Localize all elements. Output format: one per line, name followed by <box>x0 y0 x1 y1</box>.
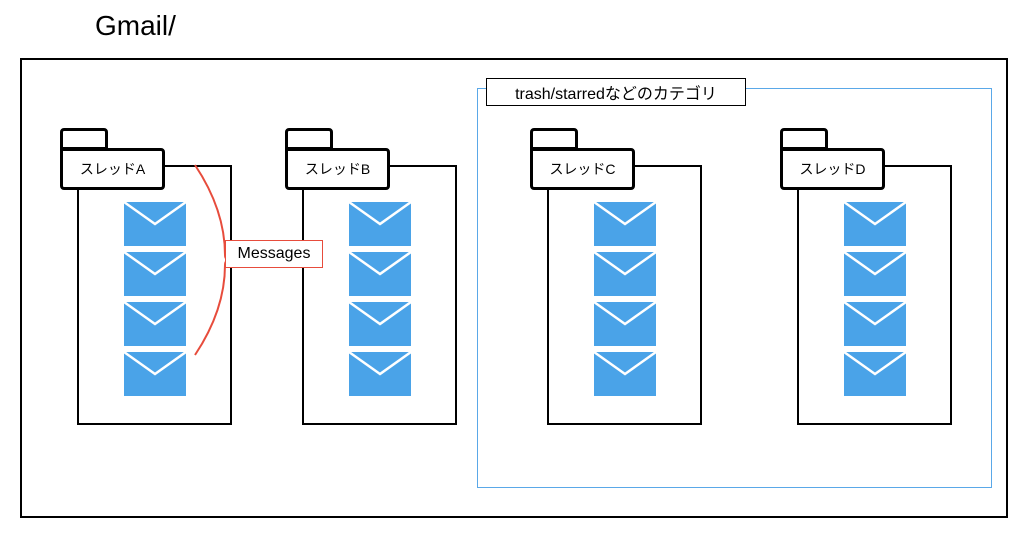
thread-label: スレッドA <box>80 159 145 179</box>
diagram-title: Gmail/ <box>95 10 176 42</box>
folder-body: スレッドC <box>530 148 635 190</box>
envelope-icon <box>124 252 186 296</box>
folder-body: スレッドD <box>780 148 885 190</box>
folder-tab-icon <box>60 128 108 150</box>
envelope-icon <box>349 302 411 346</box>
envelope-icon <box>844 302 906 346</box>
envelope-icon <box>844 352 906 396</box>
envelope-icon <box>124 352 186 396</box>
folder-tab-icon <box>530 128 578 150</box>
envelope-icon <box>594 202 656 246</box>
category-label: trash/starredなどのカテゴリ <box>486 78 746 106</box>
folder-body: スレッドA <box>60 148 165 190</box>
thread-label: スレッドD <box>799 159 865 179</box>
envelope-icon <box>594 352 656 396</box>
folder-tab-icon <box>780 128 828 150</box>
thread-c: スレッドC <box>532 130 702 420</box>
folder-body: スレッドB <box>285 148 390 190</box>
envelope-icon <box>844 202 906 246</box>
thread-label: スレッドB <box>305 159 370 179</box>
envelope-icon <box>349 352 411 396</box>
thread-label: スレッドC <box>549 159 615 179</box>
thread-d: スレッドD <box>782 130 952 420</box>
folder-tab-icon <box>285 128 333 150</box>
messages-label: Messages <box>225 240 323 268</box>
envelope-icon <box>349 202 411 246</box>
envelope-icon <box>594 252 656 296</box>
envelope-icon <box>594 302 656 346</box>
envelope-icon <box>844 252 906 296</box>
gmail-container: trash/starredなどのカテゴリ スレッドA Messages スレッド… <box>20 58 1008 518</box>
thread-box <box>797 165 952 425</box>
envelope-icon <box>124 302 186 346</box>
envelope-icon <box>124 202 186 246</box>
thread-box <box>302 165 457 425</box>
envelope-icon <box>349 252 411 296</box>
thread-b: スレッドB <box>287 130 457 420</box>
thread-box <box>547 165 702 425</box>
